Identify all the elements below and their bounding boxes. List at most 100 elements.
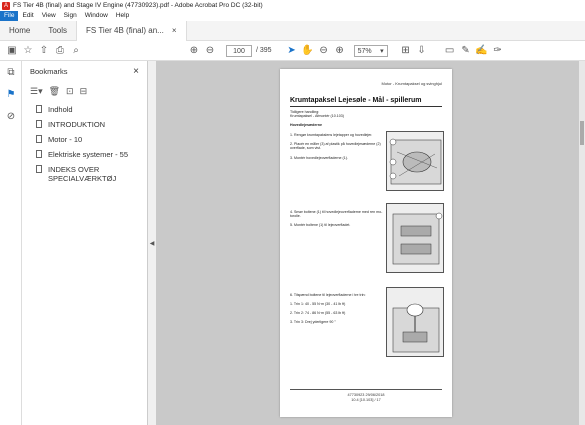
bookmark-item[interactable]: Motor - 10 xyxy=(22,131,147,146)
menu-view[interactable]: View xyxy=(38,11,60,21)
step: 3. Trin 3: Drej yderligere 90 ° xyxy=(290,320,336,325)
prev-op: Krumtapaksel - Afmontér (10.103) xyxy=(290,114,344,118)
tag-bookmark-icon[interactable]: ⊟ xyxy=(80,86,88,97)
sign-icon[interactable]: ✑ xyxy=(490,43,506,59)
bookmarks-header: Bookmarks × xyxy=(22,61,147,81)
select-cursor-icon[interactable]: ➤ xyxy=(284,43,300,59)
attachment-icon[interactable]: ⊘ xyxy=(0,105,22,127)
zoom-value: 57% xyxy=(357,47,372,55)
bookmark-icon xyxy=(36,120,42,128)
figure-3 xyxy=(386,287,444,357)
acrobat-icon: A xyxy=(2,1,10,10)
menu-help[interactable]: Help xyxy=(112,11,133,21)
search-icon[interactable]: ⌕ xyxy=(68,43,84,59)
save-icon[interactable]: ▣ xyxy=(4,43,20,59)
close-icon[interactable]: × xyxy=(133,66,139,77)
menu-bar: File Edit View Sign Window Help xyxy=(0,11,585,21)
bookmark-label: INDEKS OVER SPECIALVÆRKTØJ xyxy=(48,165,117,183)
title-rule xyxy=(290,106,442,107)
figure-1 xyxy=(386,131,444,191)
section-heading: Hovedlejesæderne xyxy=(290,123,322,127)
zoom-select[interactable]: 57% ▾ xyxy=(353,44,388,57)
footer-rule xyxy=(290,389,442,390)
step-block-1: 1. Rengør krumtapakslens lejetapper og h… xyxy=(290,128,390,165)
step: 5. Montér boltene (1) til lejeoverfladet… xyxy=(290,223,351,228)
tab-document[interactable]: FS Tier 4B (final) an... × xyxy=(76,20,187,41)
chevron-down-icon: ▾ xyxy=(380,47,384,55)
tab-document-label: FS Tier 4B (final) an... xyxy=(86,25,164,35)
bookmark-item[interactable]: Elektriske systemer - 55 xyxy=(22,146,147,161)
footer-doc-id: 47730923 29/06/2018 xyxy=(347,393,385,397)
bookmark-label: Indhold xyxy=(48,105,73,114)
step: 1. Trin 1: 40 - 55 N·m (30 - 41 lb ft) xyxy=(290,301,346,306)
bookmark-item[interactable]: INDEKS OVER SPECIALVÆRKTØJ xyxy=(22,161,147,185)
highlight-icon[interactable]: ✍ xyxy=(474,43,490,59)
bearing-cap-illustration xyxy=(392,212,443,265)
bookmark-item[interactable]: INTRODUKTION xyxy=(22,116,147,131)
tab-close-icon[interactable]: × xyxy=(172,21,177,41)
delete-icon[interactable]: 🗑 xyxy=(49,86,60,97)
figure-2 xyxy=(386,203,444,273)
panel-collapse-handle[interactable]: ◀ xyxy=(148,61,156,425)
zoom-in-icon[interactable]: ⊕ xyxy=(332,43,348,59)
footer-page-ref: 10.4 [10.103] / 17 xyxy=(351,398,381,402)
scrollbar-thumb[interactable] xyxy=(580,121,584,145)
step: 2. Placér en måler (3) af plastik på hov… xyxy=(290,141,381,151)
scroll-mode-icon[interactable]: ⇩ xyxy=(414,43,430,59)
page-up-icon[interactable]: ⊕ xyxy=(186,43,202,59)
bookmark-label: Elektriske systemer - 55 xyxy=(48,150,129,159)
tab-tools[interactable]: Tools xyxy=(39,21,76,41)
page-total: / 395 xyxy=(256,47,272,54)
bookmark-icon xyxy=(36,150,42,158)
pdf-page: Motor - Krumtapaksel og svinghjul Krumta… xyxy=(280,69,452,417)
engine-block-illustration xyxy=(389,138,442,185)
step-block-3: 6. Tilspænd boltene til lejeoverfladerne… xyxy=(290,288,390,329)
print-icon[interactable]: ⎙ xyxy=(52,43,68,59)
document-viewer[interactable]: Motor - Krumtapaksel og svinghjul Krumta… xyxy=(156,61,585,425)
step: 2. Trin 2: 74 - 86 N·m (55 - 63 lb ft) xyxy=(290,310,346,315)
page-navigator: 100 / 395 xyxy=(226,44,272,57)
menu-sign[interactable]: Sign xyxy=(60,11,81,21)
star-icon[interactable]: ☆ xyxy=(20,43,36,59)
bookmark-icon xyxy=(36,105,42,113)
pen-icon[interactable]: ✎ xyxy=(458,43,474,59)
pages-icon[interactable]: ⧉ xyxy=(0,61,22,83)
menu-file[interactable]: File xyxy=(0,11,19,21)
fit-page-icon[interactable]: ⊞ xyxy=(398,43,414,59)
menu-window[interactable]: Window xyxy=(81,11,112,21)
zoom-out-icon[interactable]: ⊖ xyxy=(316,43,332,59)
window-title: FS Tier 4B (final) and Stage IV Engine (… xyxy=(13,2,263,9)
options-icon[interactable]: ☰▾ xyxy=(30,86,43,97)
step: 1. Rengør krumtapakslens lejetapper og h… xyxy=(290,132,373,137)
toolbar: ▣ ☆ ⇧ ⎙ ⌕ ⊕ ⊖ 100 / 395 ➤ ✋ ⊖ ⊕ 57% ▾ ⊞ ⇩… xyxy=(0,41,585,61)
collapse-arrow-icon: ◀ xyxy=(149,240,155,247)
bookmark-rail-icon[interactable]: ⚑ xyxy=(0,83,22,105)
bookmarks-title: Bookmarks xyxy=(30,66,68,76)
page-number-input[interactable]: 100 xyxy=(226,44,252,57)
title-bar: A FS Tier 4B (final) and Stage IV Engine… xyxy=(0,0,585,11)
torque-wrench-illustration xyxy=(392,303,440,353)
step: 4. Smør boltene (1) til hovedlejeoverfla… xyxy=(290,209,383,219)
page-down-icon[interactable]: ⊖ xyxy=(202,43,218,59)
tab-bar: Home Tools FS Tier 4B (final) an... × xyxy=(0,20,585,41)
step-block-2: 4. Smør boltene (1) til hovedlejeoverfla… xyxy=(290,205,390,233)
comment-icon[interactable]: ▭ xyxy=(442,43,458,59)
step: 3. Montér hovedlejeoverfladerne (1). xyxy=(290,155,348,160)
vertical-scrollbar[interactable] xyxy=(579,61,585,425)
menu-edit[interactable]: Edit xyxy=(18,11,37,21)
new-bookmark-icon[interactable]: ⊡ xyxy=(66,86,74,97)
page-header: Motor - Krumtapaksel og svinghjul xyxy=(381,81,442,86)
bookmarks-toolbar: ☰▾ 🗑 ⊡ ⊟ xyxy=(22,81,147,101)
left-rail: ⧉ ⚑ ⊘ xyxy=(0,61,22,425)
bookmark-icon xyxy=(36,165,42,173)
tab-home[interactable]: Home xyxy=(0,21,39,41)
bookmarks-panel: Bookmarks × ☰▾ 🗑 ⊡ ⊟ Indhold INTRODUKTIO… xyxy=(22,61,148,425)
bookmark-icon xyxy=(36,135,42,143)
page-title: Krumtapaksel Lejesøle - Mål - spillerum xyxy=(290,97,422,104)
hand-icon[interactable]: ✋ xyxy=(300,43,316,59)
bookmark-label: INTRODUKTION xyxy=(48,120,106,129)
step: 6. Tilspænd boltene til lejeoverfladerne… xyxy=(290,292,366,297)
bookmark-item[interactable]: Indhold xyxy=(22,101,147,116)
bookmark-label: Motor - 10 xyxy=(48,135,83,144)
upload-icon[interactable]: ⇧ xyxy=(36,43,52,59)
